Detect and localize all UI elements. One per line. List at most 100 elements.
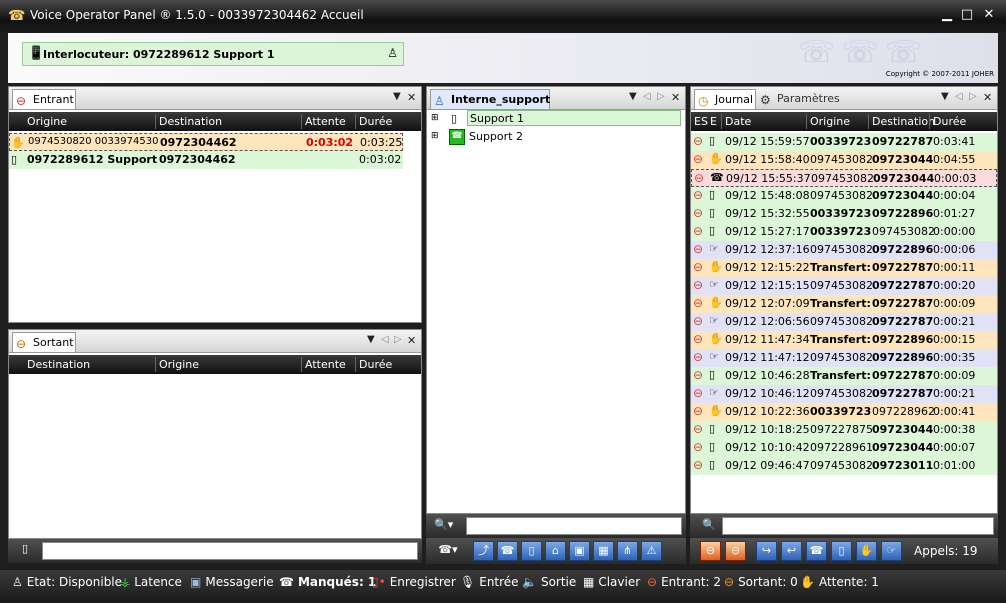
filter-outgoing-icon[interactable]: ⊖ (725, 541, 746, 561)
scroll-right-icon[interactable]: ▷ (969, 91, 977, 102)
home-icon[interactable]: ⌂ (545, 541, 566, 561)
search-icon[interactable]: 🔍▾ (434, 518, 453, 531)
interne-toolbar: ☎▾ ⤴ ☎ ▯ ⌂ ▣ ▦ ⋔ ⚠ (426, 538, 686, 564)
scroll-right-icon[interactable]: ▷ (657, 91, 665, 102)
filter-forward-icon[interactable]: ↩ (781, 541, 802, 561)
close-button[interactable]: ✕ (980, 6, 998, 24)
scroll-left-icon[interactable]: ◁ (381, 334, 389, 345)
mobile-icon[interactable]: ▯ (521, 541, 542, 561)
table-row[interactable]: ⊖ ▯ 09/12 15:27:17 00339723 097453082 0:00:00 (691, 223, 997, 241)
dropdown-icon[interactable]: ▼ (393, 91, 401, 102)
table-row[interactable]: ⊖ ☞ 09/12 12:06:56 097453082 09722787 0:00:21 (691, 313, 997, 331)
tab-entrant[interactable]: ⊖ Entrant (12, 89, 76, 109)
table-row[interactable]: ⊖ ✋ 09/12 11:47:34 Transfert: 09722896 0:00:1… (691, 331, 997, 349)
tab-sortant[interactable]: ⊖ Sortant (12, 332, 76, 352)
col-duree[interactable]: Durée (359, 358, 392, 371)
table-row[interactable]: ⊖ ✋ 09/12 15:58:40 097453082 09723044 0:04:55 (691, 151, 997, 169)
tab-parametres[interactable]: ⚙ Paramètres (757, 89, 841, 109)
close-panel-icon[interactable]: ✕ (671, 91, 680, 104)
filter-desk-phone-icon[interactable]: ☎ (806, 541, 827, 561)
status-attente[interactable]: ✋ Attente: 1 (800, 575, 879, 589)
table-row[interactable]: ⊖ ▯ 09/12 10:18:25 097227875 09723044 0:00:38 (691, 421, 997, 439)
status-sortie[interactable]: 🔈 Sortie (522, 575, 576, 589)
table-row[interactable]: ⊖ ☞ 09/12 12:15:15 097453082 09722787 0:00:20 (691, 277, 997, 295)
table-row[interactable]: ▯ 0972289612 Support 0972304462 0:03:02 (9, 151, 403, 169)
status-entrant[interactable]: ⊖ Entrant: 2 (647, 575, 721, 589)
close-panel-icon[interactable]: ✕ (983, 91, 992, 104)
close-panel-icon[interactable]: ✕ (407, 91, 416, 104)
journal-search-input[interactable] (722, 517, 994, 535)
transfer-icon[interactable]: ⤴ (473, 541, 494, 561)
filter-pointer-icon[interactable]: ☞ (881, 541, 902, 561)
col-duree[interactable]: Durée (933, 115, 966, 128)
phone-icon: 📱 (28, 46, 45, 61)
network-icon[interactable]: ⋔ (617, 541, 638, 561)
status-enregistrer[interactable]: ▯• Enregistrer (372, 575, 456, 589)
scroll-right-icon[interactable]: ▷ (394, 334, 402, 345)
search-icon[interactable]: 🔍 (702, 518, 716, 531)
col-destination[interactable]: Destination (872, 115, 935, 128)
col-duree[interactable]: Durée (359, 115, 392, 128)
table-row[interactable]: ⊖ ▯ 09/12 10:10:42 097228961 09723044 0:00:07 (691, 439, 997, 457)
keypad-icon[interactable]: ▦ (593, 541, 614, 561)
dropdown-icon[interactable]: ▼ (941, 91, 949, 102)
table-row[interactable]: ✋ 0974530820 0033974530 0972304462 0:03:… (9, 133, 403, 151)
status-manques[interactable]: ☎ Manqués: 1 (279, 575, 376, 589)
table-row[interactable]: ⊖ ✋ 09/12 10:22:36 00339723 097228962 0:00:41 (691, 403, 997, 421)
col-date[interactable]: Date (725, 115, 751, 128)
dropdown-icon[interactable]: ▼ (629, 91, 637, 102)
status-clavier[interactable]: ▦ Clavier (583, 575, 640, 589)
tree-item-support-2[interactable]: ⊞ ☎ Support 2 (431, 128, 681, 146)
interne-search-input[interactable] (466, 517, 682, 535)
voicemail-icon[interactable]: ▣ (569, 541, 590, 561)
status-sortant[interactable]: ⊖ Sortant: 0 (724, 575, 798, 589)
desk-phone-icon[interactable]: ☎ (497, 541, 518, 561)
status-messagerie[interactable]: ▣ Messagerie (190, 575, 274, 589)
col-es[interactable]: ES (694, 115, 708, 128)
filter-hand-icon[interactable]: ✋ (856, 541, 877, 561)
person-alert-icon[interactable]: ⚠ (641, 541, 662, 561)
table-row[interactable]: ⊖ ▯ 09/12 10:46:28 Transfert: 09722787 0:00:0… (691, 367, 997, 385)
col-destination[interactable]: Destination (159, 115, 222, 128)
table-row[interactable]: ⊖ ▯ 09/12 09:46:47 097453082 09723011 0:01:00 (691, 457, 997, 475)
scroll-left-icon[interactable]: ◁ (955, 91, 963, 102)
row-origine: Transfert: (810, 261, 871, 274)
scroll-left-icon[interactable]: ◁ (643, 91, 651, 102)
table-row[interactable]: ⊖ ☞ 09/12 10:46:12 097453082 09722787 0:00:21 (691, 385, 997, 403)
status-etat[interactable]: ♙ Etat: Disponible (12, 575, 122, 589)
minimize-button[interactable]: ▁ (938, 6, 956, 24)
expand-icon[interactable]: ⊞ (431, 113, 439, 123)
dial-input[interactable] (42, 542, 418, 560)
close-panel-icon[interactable]: ✕ (407, 334, 416, 347)
tree-item-support-1[interactable]: ⊞ ▯ Support 1 (431, 110, 681, 128)
filter-incoming-icon[interactable]: ⊖ (700, 541, 721, 561)
table-row[interactable]: ⊖ ▯ 09/12 15:32:55 00339723 09722896 0:01:27 (691, 205, 997, 223)
row-date: 09/12 15:59:57 (725, 135, 810, 148)
col-destination[interactable]: Destination (27, 358, 90, 371)
dropdown-icon[interactable]: ▼ (367, 334, 375, 345)
col-origine[interactable]: Origine (810, 115, 850, 128)
tab-journal[interactable]: ◷ Journal (694, 89, 756, 109)
expand-icon[interactable]: ⊞ (431, 131, 439, 141)
table-row[interactable]: ⊖ ✋ 09/12 12:07:09 Transfert: 09722787 0:00:0… (691, 295, 997, 313)
call-type-icon: ▯ (709, 206, 716, 219)
col-attente[interactable]: Attente (305, 115, 346, 128)
filter-mobile-icon[interactable]: ▯ (831, 541, 852, 561)
col-origine[interactable]: Origine (159, 358, 199, 371)
table-row[interactable]: ⊖ ✋ 09/12 12:15:22 Transfert: 09722787 0:00:1… (691, 259, 997, 277)
tab-interne-support[interactable]: ♙ Interne_support (430, 89, 550, 109)
table-row[interactable]: ⊖ ☞ 09/12 12:37:16 097453082 09722896 0:00:06 (691, 241, 997, 259)
table-row[interactable]: ⊖ ☎ 09/12 15:55:37 097453082 09723044 0:00:03 (691, 169, 997, 187)
table-row[interactable]: ⊖ ▯ 09/12 15:59:57 00339723 09722787 0:03:41 (691, 133, 997, 151)
call-direction-icon: ⊖ (693, 296, 704, 310)
status-entree[interactable]: 🎙 Entrée (460, 575, 519, 589)
maximize-button[interactable]: □ (958, 6, 976, 24)
col-e[interactable]: E (710, 115, 717, 128)
table-row[interactable]: ⊖ ☞ 09/12 11:47:12 097453082 09722896 0:00:35 (691, 349, 997, 367)
table-row[interactable]: ⊖ ▯ 09/12 15:48:08 097453082 09723044 0:00:04 (691, 187, 997, 205)
col-origine[interactable]: Origine (27, 115, 67, 128)
status-latence[interactable]: ⚶ Latence (120, 575, 182, 589)
filter-transfer-icon[interactable]: ↪ (756, 541, 777, 561)
col-attente[interactable]: Attente (305, 358, 346, 371)
phone-menu-icon[interactable]: ☎▾ (432, 541, 464, 561)
